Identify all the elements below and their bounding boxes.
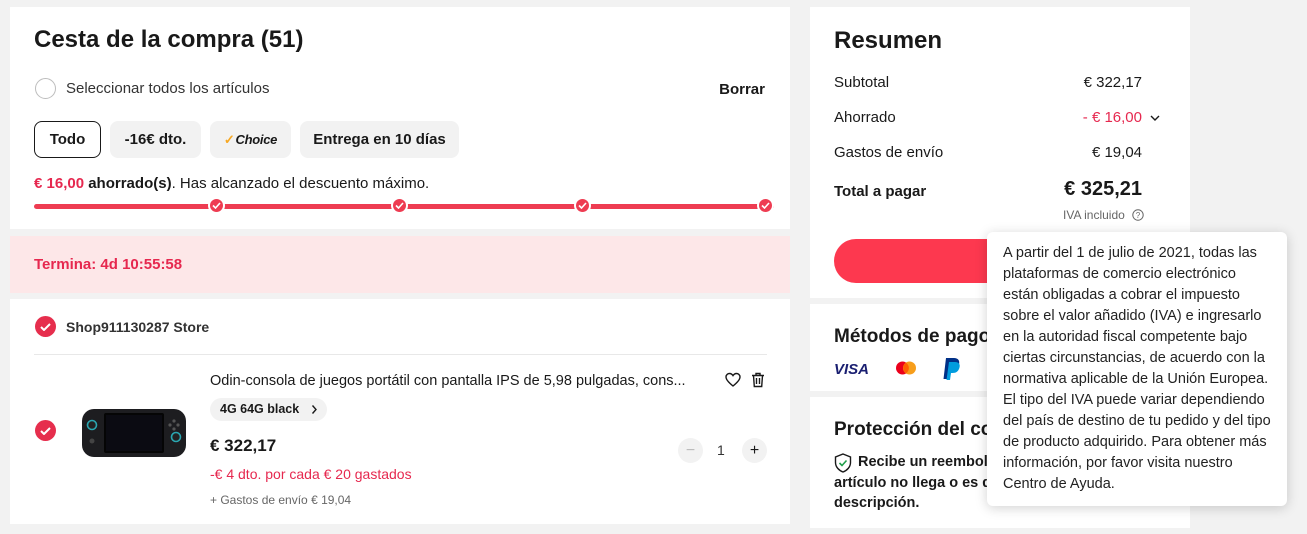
help-icon[interactable]: ? [1132,208,1144,221]
choice-check-icon: ✓ [223,131,235,147]
saved-message: € 16,00 ahorrado(s). Has alcanzado el de… [34,175,429,192]
protection-line-1: Recibe un reembols [858,454,996,470]
summary-title: Resumen [834,27,943,54]
vat-tooltip: A partir del 1 de julio de 2021, todas l… [987,232,1287,506]
progress-milestone-1 [208,197,225,214]
quantity-increase-button[interactable]: + [742,438,767,463]
chevron-down-icon[interactable] [1149,111,1161,129]
store-divider [34,354,767,355]
quantity-value[interactable]: 1 [717,442,725,458]
total-label: Total a pagar [834,183,927,200]
store-checkbox[interactable] [35,316,56,337]
svg-text:?: ? [1136,211,1141,220]
shipping-value: € 19,04 [1091,144,1142,161]
item-checkbox[interactable] [35,420,56,441]
promo-timer: Termina: 4d 10:55:58 [34,256,183,273]
saved-label: ahorrado(s) [88,175,172,192]
item-title[interactable]: Odin-consola de juegos portátil con pant… [210,373,686,389]
delete-trash-icon[interactable] [751,372,765,388]
vat-note: IVA incluido [1063,208,1125,222]
saved-amount: € 16,00 [34,175,85,192]
visa-icon: VISA [834,361,870,378]
shield-check-icon [834,453,852,473]
total-value: € 325,21 [1064,178,1142,200]
select-all-checkbox[interactable] [35,78,56,99]
delete-button[interactable]: Borrar [719,81,765,98]
filter-discount-tab[interactable]: -16€ dto. [110,121,201,158]
quantity-decrease-button[interactable]: − [678,438,703,463]
saved-label: Ahorrado [834,109,896,126]
protection-title: Protección del co [834,419,993,440]
payment-title: Métodos de pago [834,326,991,347]
progress-milestone-2 [391,197,408,214]
page-title: Cesta de la compra (51) [34,26,304,53]
promo-timer-bar: Termina: 4d 10:55:58 [10,236,790,293]
saved-rest: . Has alcanzado el descuento máximo. [171,175,430,192]
select-all-label[interactable]: Seleccionar todos los artículos [66,80,269,97]
store-name[interactable]: Shop911130287 Store [66,319,209,335]
chevron-right-icon [311,398,318,429]
cart-header-card: Cesta de la compra (51) Seleccionar todo… [10,7,790,229]
item-promo: -€ 4 dto. por cada € 20 gastados [210,466,412,482]
saved-value[interactable]: - € 16,00 [1083,109,1142,126]
progress-milestone-3 [574,197,591,214]
variant-selector[interactable]: 4G 64G black [210,398,328,421]
subtotal-value: € 322,17 [1083,74,1142,91]
mastercard-icon [894,359,918,379]
product-image[interactable] [72,393,192,477]
protection-line-3: descripción. [834,495,920,511]
item-shipping: + Gastos de envío € 19,04 [210,493,352,507]
protection-line-2: artículo no llega o es di [834,475,996,491]
variant-label: 4G 64G black [220,402,300,416]
item-price: € 322,17 [210,436,277,455]
filter-delivery-tab[interactable]: Entrega en 10 días [300,121,459,158]
paypal-icon [941,356,963,382]
filter-choice-tab[interactable]: ✓ Choice [210,121,291,158]
store-card: Shop911130287 Store Odin-consola de jueg… [10,299,790,524]
subtotal-label: Subtotal [834,74,890,91]
wishlist-heart-icon[interactable] [725,372,741,388]
choice-label: Choice [235,132,278,147]
progress-milestone-4 [757,197,774,214]
filter-all-tab[interactable]: Todo [34,121,101,158]
shipping-label: Gastos de envío [834,144,944,161]
